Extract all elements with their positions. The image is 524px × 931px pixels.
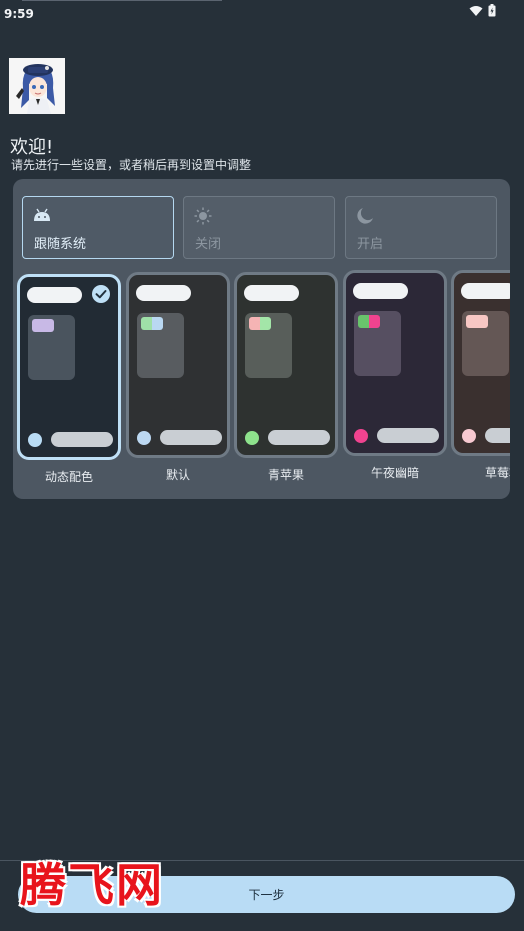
theme-option[interactable]: 午夜幽暗 xyxy=(343,270,447,481)
sun-icon xyxy=(194,207,212,229)
welcome-subtitle: 请先进行一些设置，或者稍后再到设置中调整 xyxy=(11,158,252,172)
theme-option[interactable]: 青苹果 xyxy=(234,272,338,483)
moon-icon xyxy=(356,207,374,229)
avatar-illustration xyxy=(9,58,65,114)
preview-bottom-bar xyxy=(268,430,330,445)
preview-accent-dot xyxy=(245,431,259,445)
theme-preview xyxy=(17,274,121,460)
preview-accent-chip xyxy=(141,317,163,330)
theme-option[interactable]: 草莓巧 xyxy=(451,270,510,481)
preview-bottom-bar xyxy=(51,432,113,447)
theme-name: 草莓巧 xyxy=(484,466,510,480)
mode-label: 开启 xyxy=(357,237,384,252)
status-time: 9:59 xyxy=(4,7,34,21)
preview-top-bar xyxy=(353,283,408,299)
theme-preview xyxy=(451,270,510,456)
theme-name: 午夜幽暗 xyxy=(370,466,419,480)
mode-label: 关闭 xyxy=(195,237,222,252)
preview-accent-chip xyxy=(249,317,271,330)
preview-card xyxy=(462,311,509,376)
setup-screen: 9:59 欢迎! 请先进行一些设置，或者稍后再到设置中调整 跟随系统 关闭 开启… xyxy=(0,0,524,931)
battery-icon xyxy=(488,4,496,17)
theme-option[interactable]: 默认 xyxy=(126,272,230,483)
preview-card xyxy=(28,315,75,380)
preview-top-bar xyxy=(461,283,510,299)
avatar xyxy=(9,58,65,114)
theme-preview xyxy=(126,272,230,458)
preview-top-bar xyxy=(136,285,191,301)
mode-off-button[interactable]: 关闭 xyxy=(183,196,335,259)
preview-accent-dot xyxy=(137,431,151,445)
theme-name: 默认 xyxy=(165,468,190,482)
theme-preview xyxy=(234,272,338,458)
preview-bottom-bar xyxy=(377,428,439,443)
preview-top-bar xyxy=(244,285,299,301)
mode-on-button[interactable]: 开启 xyxy=(345,196,497,259)
theme-preview xyxy=(343,270,447,456)
theme-name: 动态配色 xyxy=(44,470,93,484)
preview-bottom-bar xyxy=(485,428,510,443)
preview-accent-dot xyxy=(462,429,476,443)
theme-settings-card: 跟随系统 关闭 开启 动态配色 默认 青苹果 午夜幽暗 草莓 xyxy=(13,179,510,499)
next-step-label: 下一步 xyxy=(248,888,285,902)
mode-label: 跟随系统 xyxy=(34,237,87,252)
status-icons xyxy=(469,4,496,17)
preview-accent-chip xyxy=(466,315,488,328)
preview-bottom-bar xyxy=(160,430,222,445)
preview-accent-dot xyxy=(28,433,42,447)
theme-name: 青苹果 xyxy=(267,468,304,482)
status-bar: 9:59 xyxy=(0,0,524,24)
wifi-icon xyxy=(469,5,483,16)
preview-card xyxy=(354,311,401,376)
mode-follow-system-button[interactable]: 跟随系统 xyxy=(22,196,174,259)
android-icon xyxy=(33,207,51,226)
preview-top-bar xyxy=(27,287,82,303)
preview-card xyxy=(137,313,184,378)
preview-accent-chip xyxy=(358,315,380,328)
preview-accent-chip xyxy=(32,319,54,332)
theme-option[interactable]: 动态配色 xyxy=(17,274,121,485)
preview-accent-dot xyxy=(354,429,368,443)
preview-card xyxy=(245,313,292,378)
check-icon xyxy=(92,285,110,303)
watermark-logo: 腾飞网 xyxy=(20,858,164,912)
